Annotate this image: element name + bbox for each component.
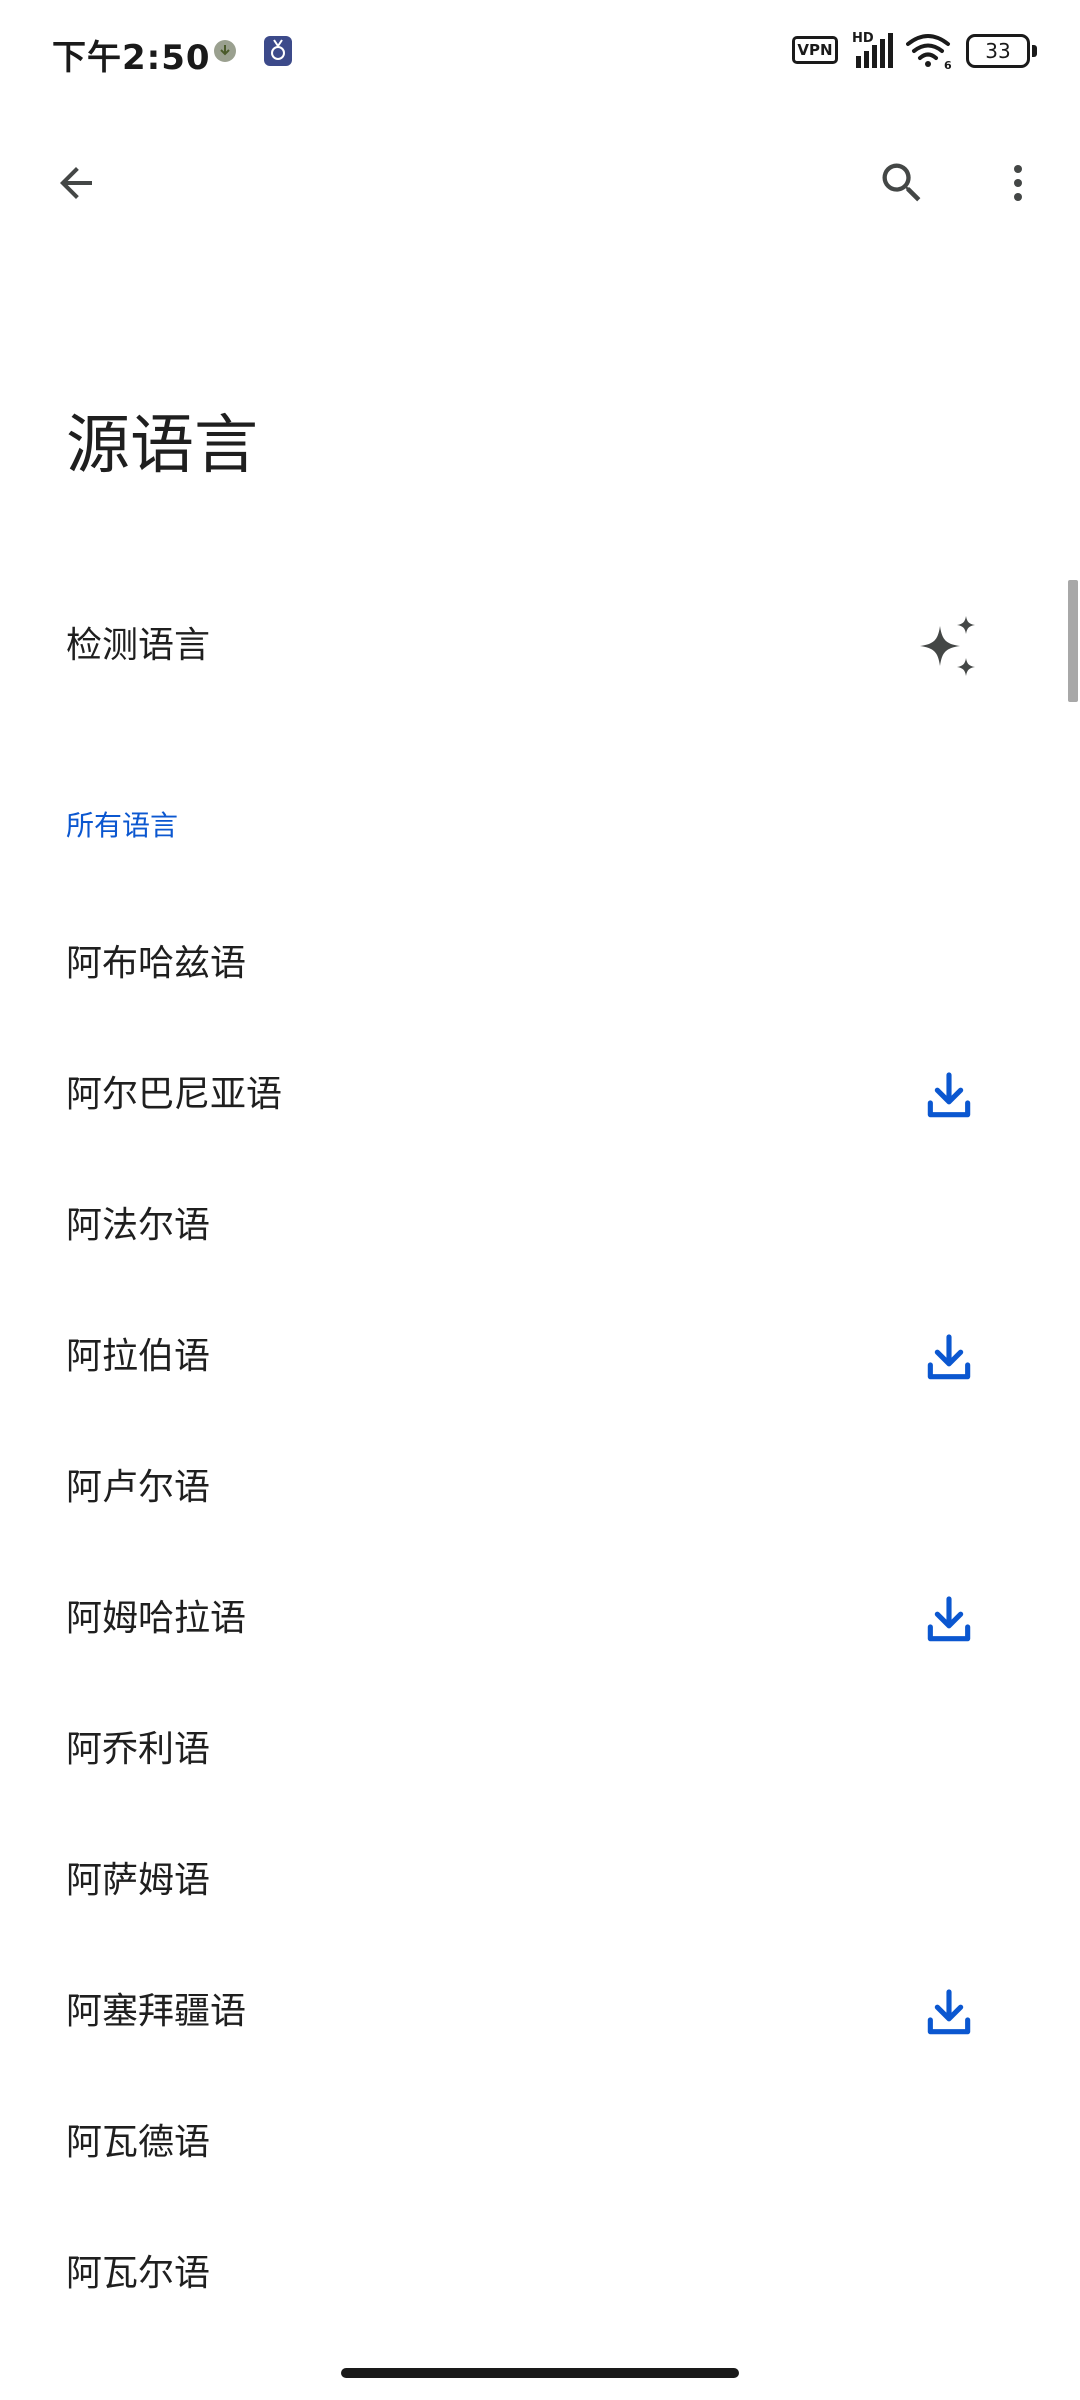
arrow-back-icon	[60, 167, 92, 199]
page-title: 源语言	[66, 409, 258, 483]
language-label: 阿尔巴尼亚语	[66, 1074, 283, 1115]
language-label: 阿姆哈拉语	[66, 1598, 247, 1639]
svg-text:6: 6	[944, 59, 952, 70]
download-icon[interactable]	[921, 1330, 977, 1386]
language-item[interactable]: 阿瓦德语	[0, 2079, 1060, 2210]
language-item[interactable]: 阿姆哈拉语	[0, 1555, 1060, 1686]
search-icon	[882, 163, 921, 202]
language-label: 阿布哈兹语	[66, 943, 247, 984]
language-list: 阿布哈兹语 阿尔巴尼亚语 阿法尔语 阿拉伯语 阿卢尔语 阿姆哈拉语 阿乔利语 阿…	[0, 900, 1060, 2341]
cell-signal-icon: HD	[852, 31, 893, 68]
more-options-button[interactable]	[982, 147, 1054, 219]
language-item[interactable]: 阿法尔语	[0, 1162, 1060, 1293]
back-button[interactable]	[40, 147, 112, 219]
scrollbar-thumb[interactable]	[1068, 580, 1078, 702]
download-icon[interactable]	[921, 1592, 977, 1648]
detect-language-row[interactable]: 检测语言	[0, 580, 1060, 710]
search-button[interactable]	[866, 147, 938, 219]
language-item[interactable]: 阿瓦尔语	[0, 2210, 1060, 2341]
more-vert-icon	[1014, 165, 1022, 201]
home-indicator[interactable]	[341, 2368, 739, 2378]
language-item[interactable]: 阿萨姆语	[0, 1817, 1060, 1948]
language-label: 阿瓦德语	[66, 2122, 211, 2163]
language-item[interactable]: 阿塞拜疆语	[0, 1948, 1060, 2079]
app-notification-icon	[264, 36, 292, 66]
wifi-icon: 6	[906, 34, 952, 70]
download-icon[interactable]	[921, 1068, 977, 1124]
language-item[interactable]: 阿布哈兹语	[0, 900, 1060, 1031]
language-item[interactable]: 阿卢尔语	[0, 1424, 1060, 1555]
language-label: 阿拉伯语	[66, 1336, 211, 1377]
status-bar: 下午2:50 VPN HD 6 33	[0, 0, 1080, 104]
detect-language-label: 检测语言	[66, 625, 211, 666]
download-notification-icon	[214, 40, 236, 62]
language-item[interactable]: 阿乔利语	[0, 1686, 1060, 1817]
battery-level: 33	[966, 34, 1030, 68]
battery-tip	[1032, 45, 1037, 57]
language-label: 阿乔利语	[66, 1729, 211, 1770]
language-label: 阿塞拜疆语	[66, 1991, 247, 2032]
section-header-all-languages: 所有语言	[66, 809, 179, 842]
vpn-indicator: VPN	[792, 36, 838, 64]
download-icon[interactable]	[921, 1985, 977, 2041]
battery-icon: 33	[966, 34, 1038, 68]
sparkle-icon	[920, 616, 975, 676]
language-label: 阿法尔语	[66, 1205, 211, 1246]
language-label: 阿卢尔语	[66, 1467, 211, 1508]
status-time: 下午2:50	[52, 38, 211, 78]
language-item[interactable]: 阿尔巴尼亚语	[0, 1031, 1060, 1162]
language-item[interactable]: 阿拉伯语	[0, 1293, 1060, 1424]
svg-text:HD: HD	[852, 31, 874, 46]
language-label: 阿萨姆语	[66, 1860, 211, 1901]
language-label: 阿瓦尔语	[66, 2253, 211, 2294]
